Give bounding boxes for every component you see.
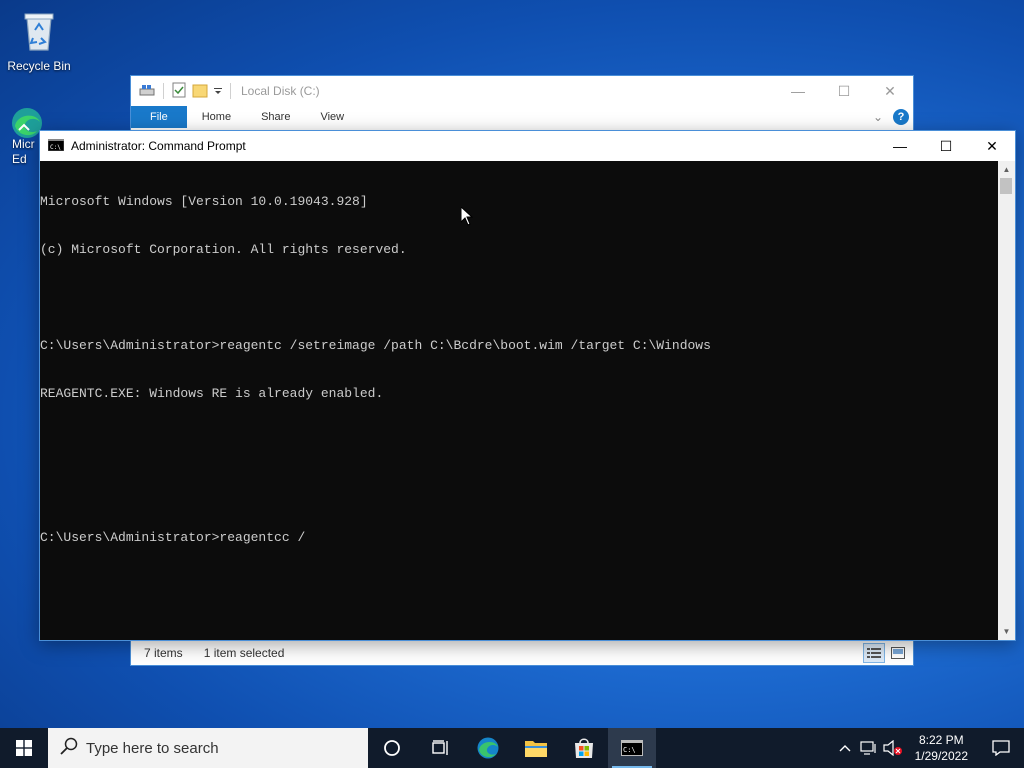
edge-icon — [477, 737, 499, 759]
clock-date: 1/29/2022 — [914, 749, 968, 763]
cmd-title: Administrator: Command Prompt — [71, 139, 246, 153]
taskbar-search-box[interactable]: Type here to search — [48, 728, 368, 768]
cmd-titlebar[interactable]: C:\ Administrator: Command Prompt — ☐ ✕ — [40, 131, 1015, 161]
volume-muted-icon[interactable] — [881, 728, 905, 768]
desktop-icon-edge[interactable]: Micr Ed — [0, 106, 42, 167]
clock[interactable]: 8:22 PM 1/29/2022 — [905, 732, 978, 764]
maximize-button[interactable]: ☐ — [923, 131, 969, 161]
large-icons-view-icon[interactable] — [887, 643, 909, 663]
network-icon[interactable] — [857, 728, 881, 768]
console-input-line[interactable]: C:\Users\Administrator>reagentcc / — [40, 530, 998, 546]
expand-ribbon-chevron-icon[interactable]: ⌄ — [873, 110, 883, 124]
taskbar: Type here to search C:\ 8:22 PM 1/29/202… — [0, 728, 1024, 768]
desktop-icon-label: Recycle Bin — [7, 59, 71, 73]
chevron-down-icon[interactable] — [214, 84, 222, 98]
new-folder-icon[interactable] — [192, 82, 208, 101]
items-count: 7 items — [144, 646, 183, 660]
task-view-button[interactable] — [416, 728, 464, 768]
svg-text:C:\: C:\ — [50, 144, 61, 151]
minimize-button[interactable]: — — [877, 131, 923, 161]
cortana-button[interactable] — [368, 728, 416, 768]
minimize-button[interactable]: — — [775, 76, 821, 106]
scroll-up-icon[interactable]: ▲ — [998, 161, 1015, 178]
desktop-icon-recycle-bin[interactable]: Recycle Bin — [1, 8, 77, 73]
svg-text:C:\: C:\ — [623, 746, 636, 754]
command-prompt-window[interactable]: C:\ Administrator: Command Prompt — ☐ ✕ … — [39, 130, 1016, 641]
chevron-up-icon[interactable] — [833, 728, 857, 768]
console-line: REAGENTC.EXE: Windows RE is already enab… — [40, 386, 384, 401]
cortana-icon — [384, 740, 400, 756]
cmd-icon: C:\ — [47, 138, 65, 154]
microsoft-store-taskbar-button[interactable] — [560, 728, 608, 768]
ribbon-tabs: File Home Share View ⌄ ? — [131, 106, 913, 128]
folder-icon — [525, 741, 547, 757]
windows-logo-icon — [16, 740, 32, 756]
search-icon — [60, 737, 78, 759]
explorer-titlebar[interactable]: Local Disk (C:) — ☐ ✕ — [131, 76, 913, 106]
search-placeholder: Type here to search — [86, 739, 219, 757]
quick-access-toolbar — [131, 82, 233, 101]
tab-file[interactable]: File — [131, 106, 187, 128]
recycle-bin-icon — [1, 8, 77, 55]
close-button[interactable]: ✕ — [969, 131, 1015, 161]
edge-taskbar-button[interactable] — [464, 728, 512, 768]
console-line: (c) Microsoft Corporation. All rights re… — [40, 242, 407, 257]
tab-home[interactable]: Home — [187, 106, 246, 128]
vertical-scrollbar[interactable]: ▲ ▼ — [998, 161, 1015, 640]
tab-share[interactable]: Share — [246, 106, 305, 128]
scroll-down-icon[interactable]: ▼ — [998, 623, 1015, 640]
console-output[interactable]: Microsoft Windows [Version 10.0.19043.92… — [40, 161, 998, 640]
selection-count: 1 item selected — [203, 646, 285, 660]
details-view-icon[interactable] — [863, 643, 885, 663]
tab-view[interactable]: View — [305, 106, 359, 128]
explorer-title: Local Disk (C:) — [241, 84, 320, 98]
cmd-icon: C:\ — [621, 740, 643, 756]
clock-time: 8:22 PM — [918, 733, 964, 747]
command-prompt-taskbar-button[interactable]: C:\ — [608, 728, 656, 768]
notification-center-button[interactable] — [978, 728, 1024, 768]
console-line: Microsoft Windows [Version 10.0.19043.92… — [40, 194, 368, 209]
mouse-pointer-icon — [460, 205, 474, 231]
store-icon — [575, 738, 593, 758]
start-button[interactable] — [0, 728, 48, 768]
maximize-button[interactable]: ☐ — [821, 76, 867, 106]
notification-icon — [992, 740, 1010, 756]
system-tray: 8:22 PM 1/29/2022 — [833, 728, 1024, 768]
toolbar-divider — [230, 83, 231, 99]
close-button[interactable]: ✕ — [867, 76, 913, 106]
file-explorer-taskbar-button[interactable] — [512, 728, 560, 768]
explorer-statusbar: 7 items 1 item selected — [131, 640, 913, 665]
properties-icon[interactable] — [172, 82, 186, 101]
task-view-icon — [432, 740, 448, 755]
scroll-thumb[interactable] — [1000, 178, 1012, 194]
console-line: C:\Users\Administrator>reagentc /setreim… — [40, 338, 711, 353]
help-icon[interactable]: ? — [893, 109, 909, 125]
drive-icon[interactable] — [139, 83, 155, 100]
toolbar-divider — [163, 83, 164, 99]
